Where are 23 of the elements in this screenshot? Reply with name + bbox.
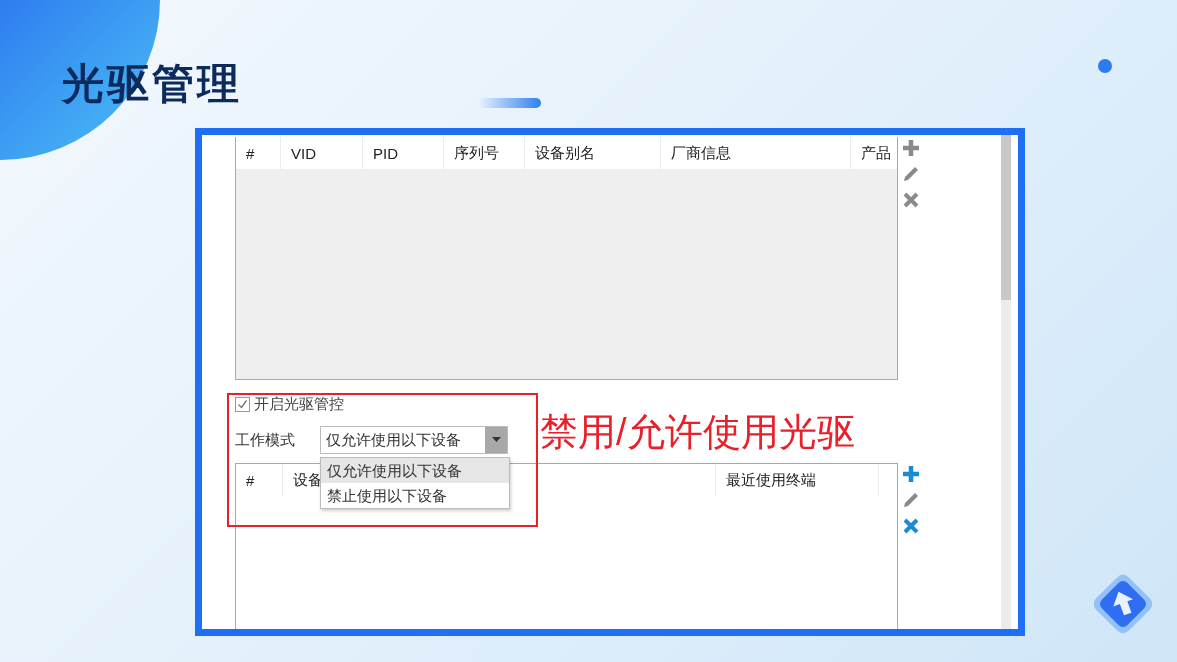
column-header: 设备 [293,470,323,490]
decor-dot [1098,59,1112,73]
column-header: 产品 [861,143,891,163]
column-header: PID [373,144,398,162]
dropdown-option[interactable]: 仅允许使用以下设备 [321,458,509,483]
annotation-text: 禁用/允许使用光驱 [540,410,855,455]
column-header: 序列号 [454,143,499,163]
dropdown-option[interactable]: 禁止使用以下设备 [321,483,509,508]
column-header: 厂商信息 [671,143,731,163]
checkbox-label: 开启光驱管控 [254,394,344,414]
close-icon[interactable] [902,517,920,535]
scrollbar[interactable] [1001,135,1011,629]
column-header: # [246,471,255,489]
column-header: 最近使用终端 [726,470,816,490]
mode-label: 工作模式 [235,430,296,450]
checkbox[interactable] [235,396,250,412]
add-icon[interactable] [902,465,920,483]
decor-bar [478,98,541,108]
column-header: VID [291,144,316,162]
caret-icon [491,437,501,443]
mode-dropdown[interactable]: 仅允许使用以下设备 [320,426,508,454]
column-header: 设备别名 [535,143,595,163]
column-header: # [246,144,255,162]
